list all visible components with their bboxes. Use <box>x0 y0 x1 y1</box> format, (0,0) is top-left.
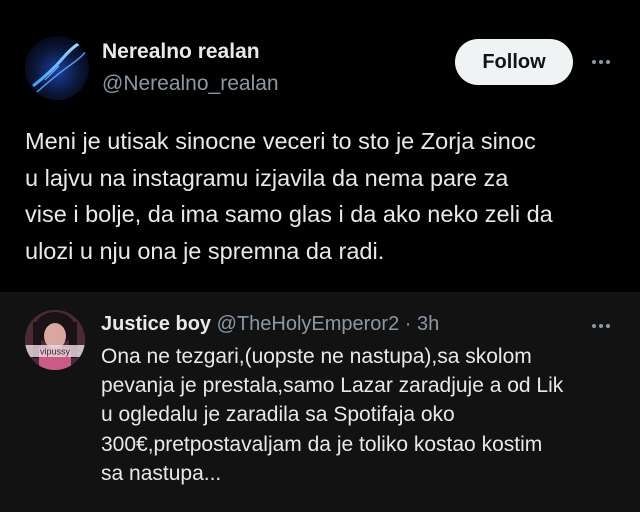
meta-separator: · <box>404 313 412 335</box>
dot <box>606 324 610 328</box>
dot <box>599 60 603 64</box>
reply-handle[interactable]: @TheHolyEmperor2 <box>217 313 400 335</box>
reply-avatar[interactable]: vipussy <box>25 310 85 370</box>
author-display-name[interactable]: Nerealno realan <box>102 40 260 64</box>
reply-header: Justice boy @TheHolyEmperor2 · 3h <box>101 313 439 336</box>
reply-more-options-icon[interactable] <box>588 316 614 336</box>
more-options-icon[interactable] <box>588 50 614 74</box>
avatar[interactable] <box>25 36 89 100</box>
avatar-overlay-text: vipussy <box>40 347 71 357</box>
follow-button[interactable]: Follow <box>455 39 573 85</box>
dot <box>592 60 596 64</box>
avatar-image <box>25 36 89 100</box>
reply-tweet[interactable]: vipussy Justice boy @TheHolyEmperor2 · 3… <box>0 292 640 512</box>
reply-avatar-image: vipussy <box>25 310 85 370</box>
reply-display-name[interactable]: Justice boy <box>101 313 211 335</box>
main-tweet: Nerealno realan @Nerealno_realan Follow … <box>0 0 640 292</box>
author-handle[interactable]: @Nerealno_realan <box>102 72 279 96</box>
reply-text: Ona ne tezgari,(uopste ne nastupa),sa sk… <box>101 345 564 485</box>
dot <box>606 60 610 64</box>
tweet-text: Meni je utisak sinocne veceri to sto je … <box>25 128 553 264</box>
reply-timestamp[interactable]: 3h <box>417 313 439 335</box>
tweet-thread: Nerealno realan @Nerealno_realan Follow … <box>0 0 640 512</box>
dot <box>599 324 603 328</box>
dot <box>592 324 596 328</box>
